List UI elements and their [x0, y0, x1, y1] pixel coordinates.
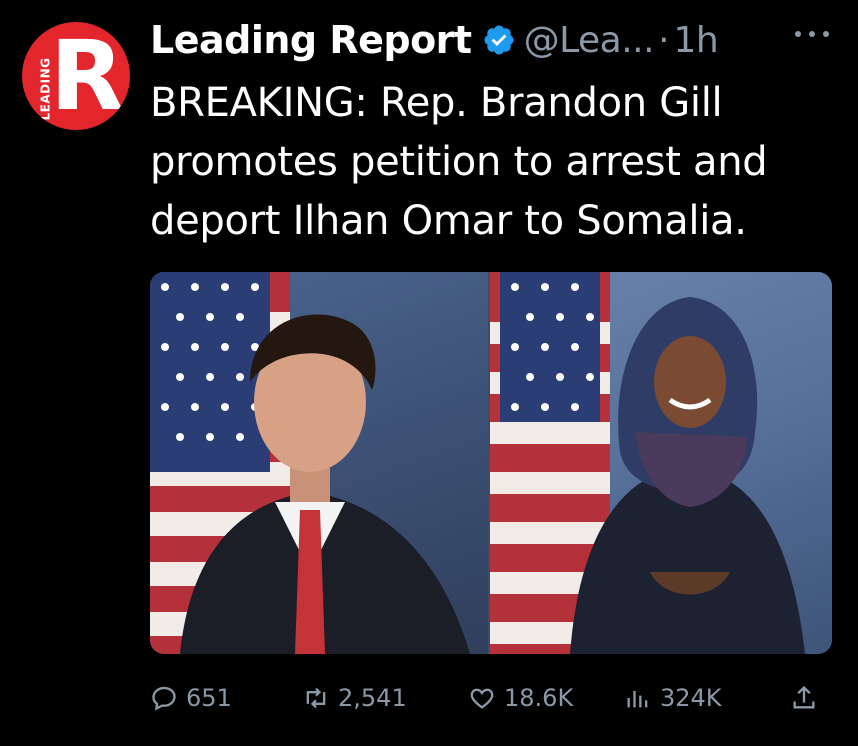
retweet-button[interactable]: 2,541 [302, 676, 407, 720]
retweet-count: 2,541 [338, 684, 407, 712]
tweet-media[interactable] [150, 272, 832, 654]
reply-icon [152, 686, 176, 711]
tweet-line: deport Ilhan Omar to Somalia. [150, 198, 747, 244]
tweet-line: BREAKING: Rep. Brandon Gill [150, 80, 723, 126]
views-count: 324K [660, 684, 722, 712]
tweet-actions: 651 2,541 18.6K 324K [150, 676, 840, 720]
reply-button[interactable]: 651 [150, 676, 232, 720]
tweet-text: BREAKING: Rep. Brandon Gill promotes pet… [150, 74, 830, 251]
share-button[interactable] [790, 676, 818, 720]
media-photo-left[interactable] [150, 272, 488, 654]
user-handle[interactable]: @Lea... [524, 20, 655, 61]
display-name[interactable]: Leading Report [150, 18, 472, 62]
share-icon [793, 685, 815, 709]
like-count: 18.6K [504, 684, 574, 712]
separator: · [658, 19, 670, 61]
views-button[interactable]: 324K [624, 676, 722, 720]
like-icon [470, 688, 494, 709]
avatar[interactable]: R LEADING [22, 22, 130, 130]
timestamp[interactable]: 1h [674, 20, 719, 61]
media-photo-right[interactable] [490, 272, 832, 654]
avatar-letter: R [50, 22, 124, 130]
avatar-side-label: LEADING [38, 57, 53, 121]
tweet-line: promotes petition to arrest and [150, 139, 768, 185]
more-options-icon[interactable] [790, 22, 834, 46]
verified-badge-icon [484, 25, 514, 55]
reply-count: 651 [186, 684, 232, 712]
photo-left-illustration [150, 272, 470, 654]
retweet-icon [306, 687, 326, 709]
like-button[interactable]: 18.6K [468, 676, 573, 720]
tweet-header: Leading Report @Lea... · 1h [150, 12, 719, 68]
photo-right-illustration [490, 272, 805, 654]
views-icon [627, 691, 648, 708]
